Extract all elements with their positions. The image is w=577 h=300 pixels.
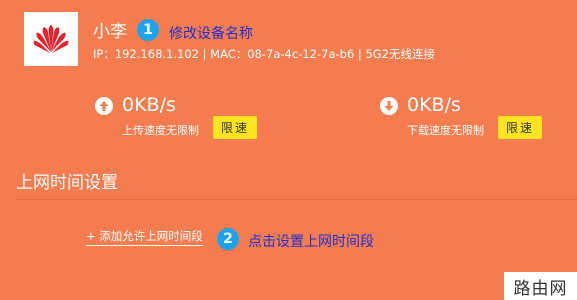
upload-limit-button[interactable]: 限速 [213,116,257,139]
download-speed-caption: 下载速度无限制 [407,124,484,137]
section-divider [16,199,577,200]
arrow-down-icon [380,97,398,115]
upload-speed-caption: 上传速度无限制 [122,124,199,137]
upload-speed-value: 0KB/s [122,94,176,116]
download-limit-button[interactable]: 限速 [498,116,542,139]
annotation-badge-2: 2 [217,228,239,250]
device-info: IP：192.168.1.102 | MAC：08-7a-4c-12-7a-b6… [93,47,435,61]
watermark: 路由网 [504,272,577,300]
annotation-text-1: 修改设备名称 [169,26,253,42]
annotation-text-2: 点击设置上网时间段 [248,234,374,250]
section-title-online-time: 上网时间设置 [16,173,118,193]
add-time-period-link[interactable]: + 添加允许上网时间段 [86,228,203,246]
device-logo [24,12,78,66]
arrow-up-icon [95,97,113,115]
download-speed-value: 0KB/s [407,94,461,116]
device-name[interactable]: 小李 [93,17,127,42]
huawei-logo-icon [33,25,69,53]
annotation-badge-1: 1 [137,19,159,41]
